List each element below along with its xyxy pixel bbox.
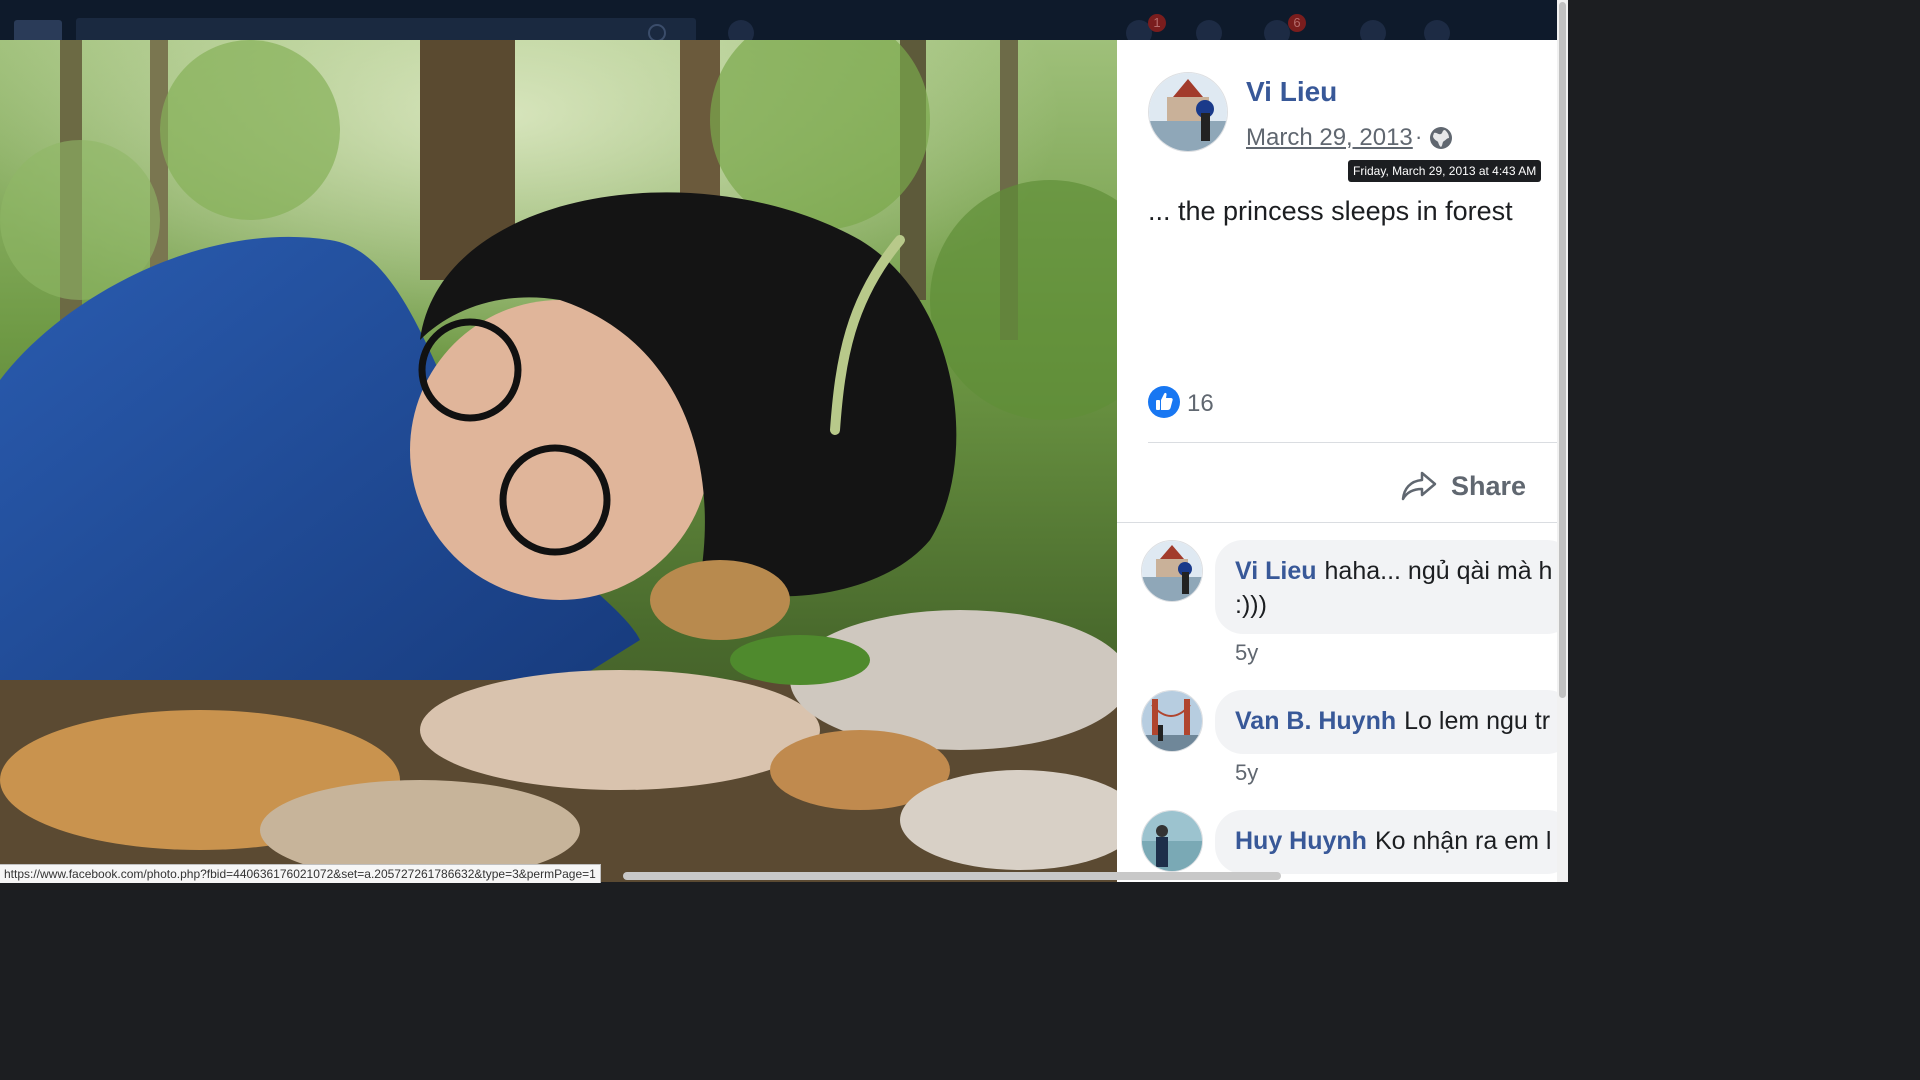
post-details-panel: Vi Lieu March 29, 2013 · Friday, March 2… <box>1117 40 1557 882</box>
scrollbar-thumb[interactable] <box>1559 2 1566 698</box>
like-reaction-icon[interactable] <box>1148 386 1180 418</box>
commenter-avatar-image <box>1142 811 1202 871</box>
comment-text: haha... ngủ qài mà h <box>1324 557 1553 585</box>
post-date-link[interactable]: March 29, 2013 <box>1246 124 1413 152</box>
photo-viewer[interactable] <box>0 40 1117 882</box>
divider <box>1117 522 1557 523</box>
commenter-avatar-image <box>1142 691 1202 751</box>
divider <box>1148 442 1557 443</box>
comment-text: Ko nhận ra em l <box>1374 827 1552 855</box>
status-bar-url: https://www.facebook.com/photo.php?fbid=… <box>0 864 601 883</box>
search-input[interactable] <box>76 18 696 42</box>
author-name-link[interactable]: Vi Lieu <box>1246 76 1337 108</box>
notifications-badge: 6 <box>1288 14 1306 32</box>
commenter-avatar[interactable] <box>1141 690 1203 752</box>
top-navigation-bar: 1 6 <box>0 0 1568 46</box>
commenter-avatar[interactable] <box>1141 810 1203 872</box>
timestamp-tooltip: Friday, March 29, 2013 at 4:43 AM <box>1348 160 1542 182</box>
comment-bubble: Van B. Huynh Lo lem ngu tr <box>1215 690 1557 754</box>
comment-bubble: Huy Huynh Ko nhận ra em l <box>1215 810 1557 874</box>
facebook-logo-icon[interactable] <box>14 20 62 42</box>
commenter-name-link[interactable]: Huy Huynh <box>1235 827 1367 855</box>
share-arrow-icon <box>1401 471 1437 501</box>
vertical-scrollbar[interactable] <box>1557 0 1568 882</box>
share-button[interactable]: Share <box>1401 464 1526 508</box>
public-globe-icon[interactable] <box>1429 126 1453 150</box>
comment-timestamp-link[interactable]: 5y <box>1235 760 1258 786</box>
commenter-avatar-image <box>1142 541 1202 601</box>
comment-text-continued: :))) <box>1235 591 1267 619</box>
horizontal-scrollbar-thumb[interactable] <box>623 872 1281 880</box>
comment-timestamp-link[interactable]: 5y <box>1235 640 1258 666</box>
commenter-name-link[interactable]: Vi Lieu <box>1235 557 1317 585</box>
commenter-name-link[interactable]: Van B. Huynh <box>1235 707 1396 735</box>
post-caption: ... the princess sleeps in forest <box>1148 196 1513 226</box>
comment-text: Lo lem ngu tr <box>1404 707 1551 735</box>
date-separator: · <box>1415 124 1423 149</box>
author-avatar[interactable] <box>1148 72 1228 152</box>
photo-image <box>0 40 1117 882</box>
friend-requests-badge: 1 <box>1148 14 1166 32</box>
share-label: Share <box>1451 470 1527 501</box>
commenter-avatar[interactable] <box>1141 540 1203 602</box>
like-count[interactable]: 16 <box>1187 390 1214 418</box>
comment-bubble: Vi Lieu haha... ngủ qài mà h :))) <box>1215 540 1557 634</box>
author-avatar-image <box>1149 73 1227 151</box>
